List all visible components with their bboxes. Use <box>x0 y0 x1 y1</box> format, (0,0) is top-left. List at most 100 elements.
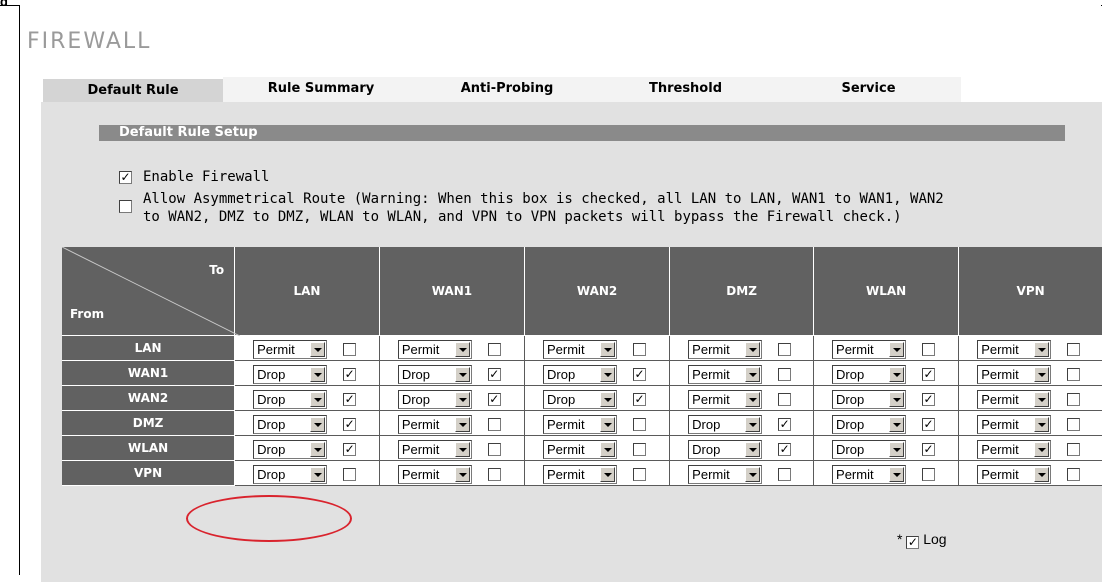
log-checkbox[interactable] <box>1067 418 1081 431</box>
chevron-down-icon[interactable] <box>1034 342 1050 357</box>
chevron-down-icon[interactable] <box>745 467 761 482</box>
chevron-down-icon[interactable] <box>1034 367 1050 382</box>
chevron-down-icon[interactable] <box>310 417 326 432</box>
action-select[interactable]: Permit <box>397 440 472 459</box>
chevron-down-icon[interactable] <box>889 467 905 482</box>
log-checkbox[interactable] <box>1067 368 1081 381</box>
action-select[interactable]: Permit <box>977 365 1052 384</box>
chevron-down-icon[interactable] <box>310 442 326 457</box>
action-select[interactable]: Drop <box>397 365 472 384</box>
log-checkbox[interactable] <box>1067 468 1081 481</box>
log-checkbox[interactable] <box>633 468 646 481</box>
chevron-down-icon[interactable] <box>745 392 761 407</box>
action-select[interactable]: Drop <box>688 440 763 459</box>
log-checkbox[interactable] <box>778 393 792 406</box>
log-checkbox[interactable]: ✓ <box>922 393 936 406</box>
log-checkbox[interactable]: ✓ <box>343 393 357 406</box>
action-select[interactable]: Permit <box>977 390 1052 409</box>
log-checkbox[interactable] <box>922 468 936 481</box>
log-checkbox[interactable]: ✓ <box>922 443 936 456</box>
log-checkbox[interactable] <box>487 418 501 431</box>
log-checkbox[interactable]: ✓ <box>343 368 357 381</box>
tab-anti-probing[interactable]: Anti-Probing <box>419 77 595 102</box>
log-checkbox[interactable] <box>487 443 501 456</box>
action-select[interactable]: Drop <box>397 390 472 409</box>
log-checkbox[interactable] <box>778 368 792 381</box>
chevron-down-icon[interactable] <box>600 367 615 382</box>
chevron-down-icon[interactable] <box>310 392 326 407</box>
chevron-down-icon[interactable] <box>1034 417 1050 432</box>
log-checkbox[interactable]: ✓ <box>487 368 501 381</box>
action-select[interactable]: Permit <box>977 440 1052 459</box>
chevron-down-icon[interactable] <box>454 367 470 382</box>
chevron-down-icon[interactable] <box>889 442 905 457</box>
log-checkbox[interactable]: ✓ <box>778 418 792 431</box>
chevron-down-icon[interactable] <box>310 467 326 482</box>
action-select[interactable]: Permit <box>543 340 617 359</box>
chevron-down-icon[interactable] <box>745 442 761 457</box>
log-checkbox[interactable]: ✓ <box>922 368 936 381</box>
action-select[interactable]: Drop <box>832 415 907 434</box>
log-checkbox[interactable] <box>778 343 792 356</box>
log-checkbox[interactable] <box>1067 343 1081 356</box>
log-checkbox[interactable]: ✓ <box>343 418 357 431</box>
action-select[interactable]: Permit <box>543 415 617 434</box>
log-checkbox[interactable] <box>778 468 792 481</box>
tab-rule-summary[interactable]: Rule Summary <box>223 77 419 102</box>
log-checkbox[interactable] <box>922 343 936 356</box>
action-select[interactable]: Permit <box>832 465 907 484</box>
log-checkbox[interactable] <box>1067 393 1081 406</box>
chevron-down-icon[interactable] <box>454 467 470 482</box>
action-select[interactable]: Drop <box>253 390 328 409</box>
action-select[interactable]: Permit <box>397 465 472 484</box>
log-checkbox[interactable] <box>633 343 646 356</box>
chevron-down-icon[interactable] <box>1034 392 1050 407</box>
action-select[interactable]: Permit <box>688 365 763 384</box>
chevron-down-icon[interactable] <box>454 442 470 457</box>
action-select[interactable]: Permit <box>977 415 1052 434</box>
chevron-down-icon[interactable] <box>600 392 615 407</box>
action-select[interactable]: Drop <box>832 390 907 409</box>
tab-default-rule[interactable]: Default Rule <box>41 77 223 102</box>
log-checkbox[interactable] <box>487 343 501 356</box>
chevron-down-icon[interactable] <box>454 342 470 357</box>
chevron-down-icon[interactable] <box>889 367 905 382</box>
action-select[interactable]: Drop <box>253 465 328 484</box>
action-select[interactable]: Permit <box>397 415 472 434</box>
chevron-down-icon[interactable] <box>454 392 470 407</box>
action-select[interactable]: Drop <box>543 390 617 409</box>
action-select[interactable]: Permit <box>397 340 472 359</box>
chevron-down-icon[interactable] <box>889 417 905 432</box>
chevron-down-icon[interactable] <box>889 342 905 357</box>
log-checkbox[interactable] <box>633 443 646 456</box>
chevron-down-icon[interactable] <box>745 342 761 357</box>
enable-firewall-checkbox[interactable]: ✓ <box>119 171 132 184</box>
action-select[interactable]: Permit <box>977 465 1052 484</box>
asymmetrical-route-checkbox[interactable] <box>119 200 132 213</box>
log-checkbox[interactable] <box>343 343 357 356</box>
chevron-down-icon[interactable] <box>745 417 761 432</box>
action-select[interactable]: Drop <box>688 415 763 434</box>
action-select[interactable]: Permit <box>688 340 763 359</box>
chevron-down-icon[interactable] <box>745 367 761 382</box>
log-checkbox[interactable] <box>343 468 357 481</box>
log-checkbox[interactable]: ✓ <box>633 368 646 381</box>
tab-service[interactable]: Service <box>776 77 961 102</box>
chevron-down-icon[interactable] <box>1034 442 1050 457</box>
chevron-down-icon[interactable] <box>310 342 326 357</box>
chevron-down-icon[interactable] <box>600 442 615 457</box>
action-select[interactable]: Drop <box>832 440 907 459</box>
action-select[interactable]: Drop <box>253 415 328 434</box>
action-select[interactable]: Drop <box>253 365 328 384</box>
log-checkbox[interactable] <box>487 468 501 481</box>
log-checkbox[interactable]: ✓ <box>922 418 936 431</box>
log-checkbox[interactable] <box>633 418 646 431</box>
action-select[interactable]: Permit <box>253 340 328 359</box>
chevron-down-icon[interactable] <box>600 467 615 482</box>
action-select[interactable]: Permit <box>832 340 907 359</box>
chevron-down-icon[interactable] <box>600 342 615 357</box>
chevron-down-icon[interactable] <box>310 367 326 382</box>
log-checkbox[interactable]: ✓ <box>343 443 357 456</box>
chevron-down-icon[interactable] <box>600 417 615 432</box>
action-select[interactable]: Permit <box>688 390 763 409</box>
